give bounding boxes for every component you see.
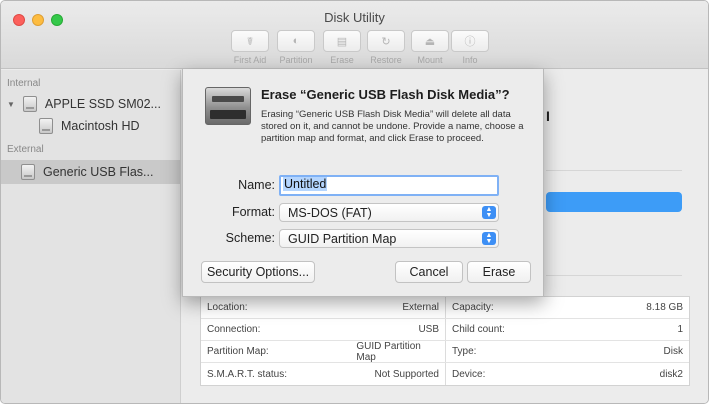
sidebar-item-apple-ssd[interactable]: ▼ APPLE SSD SM02...: [7, 96, 161, 112]
internal-disk-icon: [22, 96, 37, 112]
sidebar-section-internal: Internal: [7, 78, 41, 89]
sidebar-item-label: Macintosh HD: [61, 119, 140, 133]
erase-button[interactable]: Erase: [467, 261, 531, 283]
hard-drive-icon: [205, 87, 251, 125]
title-bar: Disk Utility ☤ First Aid ◐ Partition ▤ E…: [1, 1, 708, 69]
restore-icon: ↻: [367, 30, 405, 52]
name-input-value: Untitled: [283, 177, 328, 191]
dialog-title: Erase “Generic USB Flash Disk Media”?: [261, 87, 510, 102]
info-key: Device:: [452, 368, 486, 380]
toolbar-label: Erase: [330, 55, 354, 65]
disclosure-triangle-icon[interactable]: ▼: [7, 100, 15, 109]
cancel-button[interactable]: Cancel: [395, 261, 463, 283]
toolbar-partition[interactable]: ◐ Partition: [277, 30, 315, 65]
dialog-message: Erasing “Generic USB Flash Disk Media” w…: [261, 109, 524, 144]
toolbar-label: First Aid: [233, 55, 267, 65]
info-value: disk2: [659, 368, 683, 380]
info-value: 8.18 GB: [646, 302, 683, 313]
info-key: Partition Map:: [207, 346, 269, 357]
disk-title-fragment: I: [546, 108, 550, 124]
table-row: Location: External Capacity: 8.18 GB: [201, 297, 689, 319]
info-value: Disk: [663, 346, 683, 357]
volume-icon: [39, 118, 53, 134]
format-label: Format:: [231, 205, 275, 219]
security-options-button[interactable]: Security Options...: [201, 261, 315, 283]
info-key: S.M.A.R.T. status:: [207, 368, 288, 380]
window-title: Disk Utility: [324, 10, 385, 25]
toolbar-label: Partition: [279, 55, 313, 65]
info-key: Connection:: [207, 324, 261, 335]
toolbar-label: Mount: [417, 55, 443, 65]
info-icon: ⓘ: [451, 30, 489, 52]
info-value: External: [350, 297, 446, 318]
info-value: USB: [350, 319, 446, 340]
info-value: GUID Partition Map: [350, 341, 446, 363]
info-key: Location:: [207, 302, 248, 313]
scheme-popup[interactable]: GUID Partition Map ▲ ▼: [279, 229, 499, 248]
scheme-label: Scheme:: [225, 231, 275, 245]
partition-icon: ◐: [277, 30, 315, 52]
table-row: S.M.A.R.T. status: Not Supported Device:…: [201, 363, 689, 385]
name-label: Name:: [238, 178, 275, 192]
disk-utility-window: Disk Utility ☤ First Aid ◐ Partition ▤ E…: [0, 0, 709, 404]
sidebar-item-generic-usb[interactable]: Generic USB Flas...: [21, 164, 153, 180]
toolbar-restore[interactable]: ↻ Restore: [367, 30, 405, 65]
stethoscope-icon: ☤: [231, 30, 269, 52]
info-key: Child count:: [452, 324, 505, 335]
toolbar-info[interactable]: ⓘ Info: [451, 30, 489, 65]
toolbar-label: Info: [462, 55, 478, 65]
sidebar-item-label: Generic USB Flas...: [43, 165, 154, 179]
sidebar: Internal ▼ APPLE SSD SM02... Macintosh H…: [1, 70, 181, 403]
sidebar-item-label: APPLE SSD SM02...: [44, 97, 161, 111]
name-input[interactable]: Untitled: [279, 175, 499, 196]
info-value: 1: [677, 324, 683, 335]
sidebar-item-macintosh-hd[interactable]: Macintosh HD: [39, 118, 140, 134]
divider: [546, 170, 682, 171]
table-row: Partition Map: GUID Partition Map Type: …: [201, 341, 689, 363]
info-table: Location: External Capacity: 8.18 GB Con…: [200, 296, 690, 386]
erase-dialog-sheet: Erase “Generic USB Flash Disk Media”? Er…: [182, 69, 544, 297]
mount-icon: ⏏: [411, 30, 449, 52]
format-popup-value: MS-DOS (FAT): [288, 205, 372, 220]
toolbar-mount[interactable]: ⏏ Mount: [411, 30, 449, 65]
usage-bar: [546, 192, 682, 212]
external-disk-icon: [21, 164, 35, 180]
divider: [546, 275, 682, 276]
sidebar-section-external: External: [7, 144, 44, 155]
info-key: Capacity:: [452, 302, 494, 313]
toolbar-label: Restore: [370, 55, 402, 65]
popup-arrows-icon: ▲ ▼: [482, 206, 496, 219]
toolbar-first-aid[interactable]: ☤ First Aid: [231, 30, 269, 65]
popup-arrows-icon: ▲ ▼: [482, 232, 496, 245]
info-key: Type:: [452, 346, 477, 357]
toolbar-erase[interactable]: ▤ Erase: [323, 30, 361, 65]
info-value: Not Supported: [350, 363, 446, 385]
erase-icon: ▤: [323, 30, 361, 52]
table-row: Connection: USB Child count: 1: [201, 319, 689, 341]
format-popup[interactable]: MS-DOS (FAT) ▲ ▼: [279, 203, 499, 222]
scheme-popup-value: GUID Partition Map: [288, 231, 397, 246]
